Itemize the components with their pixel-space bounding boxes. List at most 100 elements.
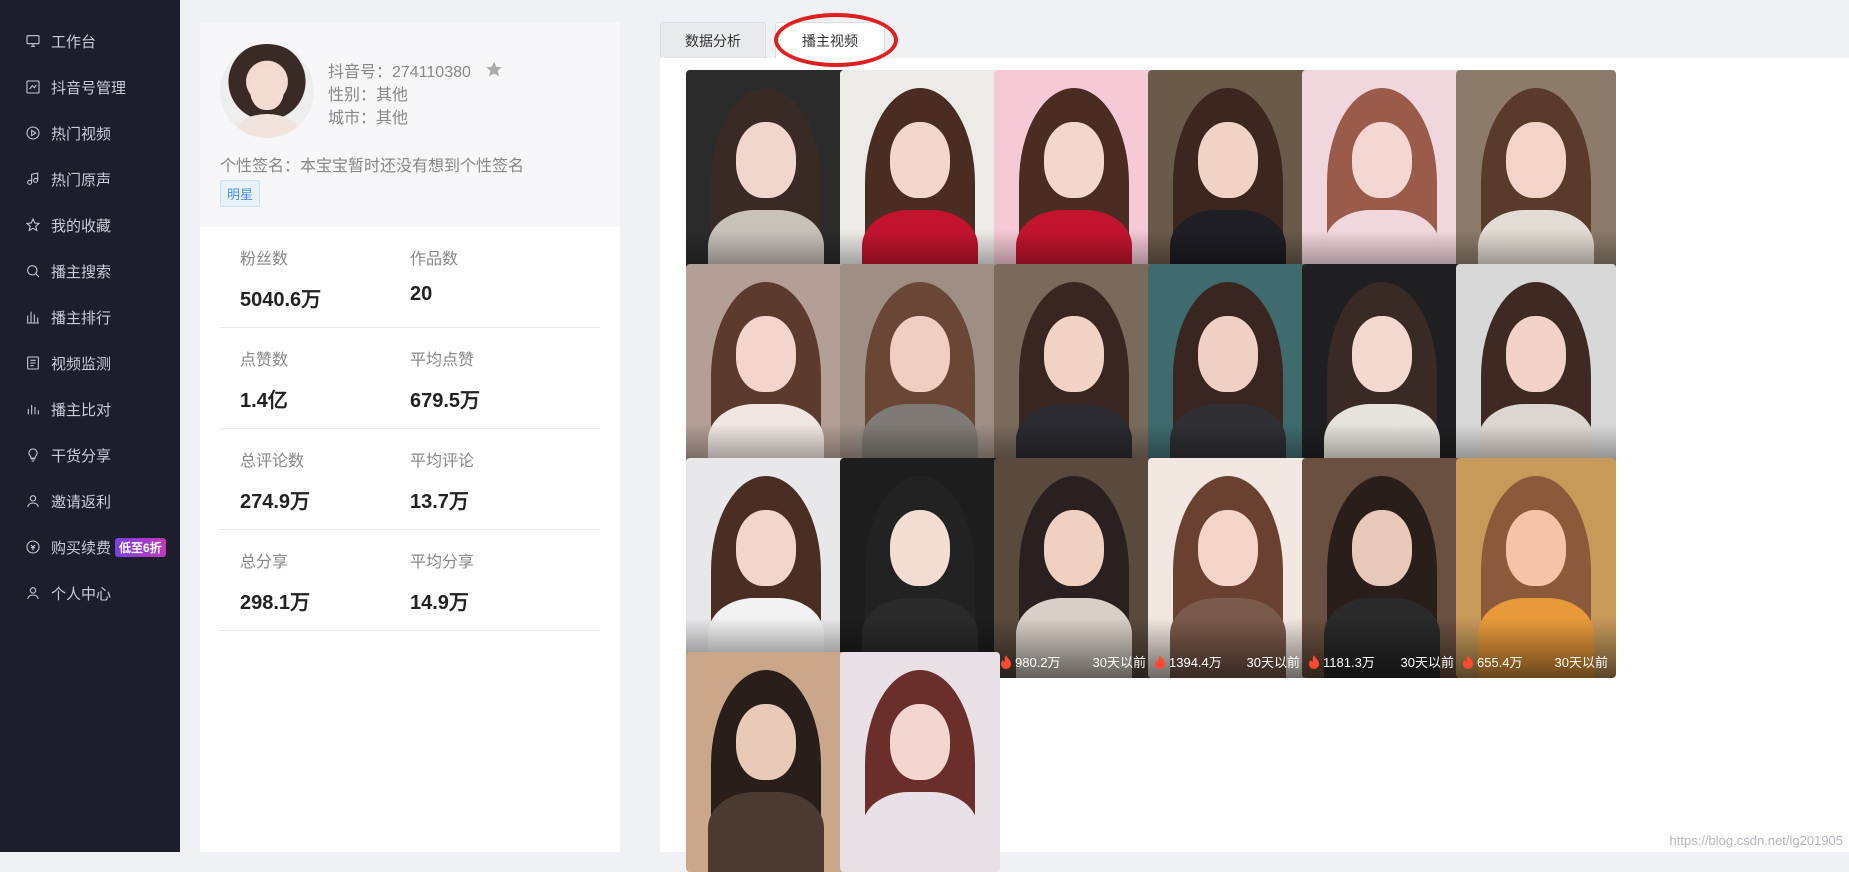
stat-value: 679.5万 — [410, 390, 481, 412]
video-card[interactable]: 366.8万30天以前 — [994, 264, 1154, 484]
stat-value: 274.9万 — [240, 491, 311, 513]
video-card[interactable]: 180.3万30天以前 — [1148, 70, 1308, 290]
video-card[interactable]: 387.7万30天以前 — [840, 458, 1000, 678]
video-thumbnail-part — [1352, 510, 1412, 586]
like-count-text: 1181.3万 — [1323, 655, 1375, 670]
post-time: 30天以前 — [1554, 655, 1608, 670]
like-count-text: 980.2万 — [1015, 655, 1061, 670]
sidebar-item-10[interactable]: 邀请返利 — [0, 486, 180, 516]
sidebar-item-11[interactable]: 购买续费 低至6折 — [0, 532, 180, 562]
sidebar-item-12[interactable]: 个人中心 — [0, 578, 180, 608]
video-thumbnail-part — [890, 704, 950, 780]
stat-value: 20 — [410, 283, 433, 305]
like-count: 1394.4万 — [1154, 652, 1222, 671]
like-count-text: 655.4万 — [1477, 655, 1523, 670]
video-card[interactable]: 293.9万30天以前 — [1456, 70, 1616, 290]
bars-compare-icon — [25, 401, 41, 417]
sidebar-item-label: 个人中心 — [51, 585, 112, 603]
sidebar-item-label: 邀请返利 — [51, 493, 112, 511]
video-card[interactable]: 217.4万30天以前 — [1302, 70, 1462, 290]
sidebar-item-4[interactable]: 我的收藏 — [0, 210, 180, 240]
sidebar-item-0[interactable]: 工作台 — [0, 26, 180, 56]
video-card[interactable]: 302.1万30天以前 — [840, 264, 1000, 484]
chart-image-icon — [25, 79, 41, 95]
sidebar-item-label: 播主搜索 — [51, 263, 112, 281]
monitor-icon — [25, 33, 41, 49]
video-card[interactable]: 294.4万30天以前 — [840, 70, 1000, 290]
sidebar-item-9[interactable]: 干货分享 — [0, 440, 180, 470]
bar-chart-icon — [25, 309, 41, 325]
video-thumbnail-part — [1044, 510, 1104, 586]
video-card[interactable] — [686, 652, 846, 872]
sidebar-item-7[interactable]: 视频监测 — [0, 348, 180, 378]
video-card[interactable]: 178.9万30天以前 — [994, 70, 1154, 290]
video-thumbnail-part — [1044, 316, 1104, 392]
tab-bar: 数据分析 播主视频 — [660, 22, 1849, 59]
video-card[interactable]: 1181.3万 30天以前 — [1302, 458, 1462, 678]
stats-list: 粉丝数 5040.6万 作品数 20 点赞数 1.4亿 平均点赞 679.5万 总评论数 274.… — [220, 227, 600, 631]
sidebar-item-label: 抖音号管理 — [51, 79, 127, 97]
person-icon — [25, 585, 41, 601]
sidebar-item-label: 播主比对 — [51, 401, 112, 419]
sidebar-item-label: 热门原声 — [51, 171, 112, 189]
sidebar-item-label: 视频监测 — [51, 355, 112, 373]
sidebar-item-label: 购买续费 — [51, 539, 112, 557]
profile-header: 抖音号：274110380 性别：其他 城市：其他 个性签名：本宝宝暂时还没有想… — [200, 22, 620, 227]
avatar — [220, 44, 314, 138]
like-count-text: 1394.4万 — [1169, 655, 1222, 670]
star-outline-icon — [25, 217, 41, 233]
video-card[interactable]: 352.2万30天以前 — [686, 70, 846, 290]
stat-label: 粉丝数 — [240, 251, 289, 268]
video-thumbnail-part — [1352, 316, 1412, 392]
tab-creator-videos[interactable]: 播主视频 — [775, 22, 885, 59]
video-grid: 352.2万30天以前294.4万30天以前178.9万30天以前180.3万3… — [660, 58, 1849, 872]
content-area: 数据分析 播主视频 352.2万30天以前294.4万30天以前178.9万30… — [660, 22, 1849, 872]
sidebar-item-1[interactable]: 抖音号管理 — [0, 72, 180, 102]
sidebar-item-6[interactable]: 播主排行 — [0, 302, 180, 332]
video-card[interactable]: 980.2万 30天以前 — [994, 458, 1154, 678]
stat-row: 总评论数 274.9万 平均评论 13.7万 — [220, 429, 600, 530]
favorite-star-icon[interactable] — [485, 60, 503, 78]
flame-icon — [1001, 654, 1011, 669]
sidebar-item-label: 我的收藏 — [51, 217, 112, 235]
stat-value: 13.7万 — [410, 491, 469, 513]
stat-label: 平均点赞 — [410, 352, 475, 369]
video-thumbnail-part — [1506, 316, 1566, 392]
document-icon — [25, 355, 41, 371]
stat-label: 平均分享 — [410, 554, 475, 571]
flame-icon — [1309, 654, 1319, 669]
category-tag: 明星 — [220, 180, 261, 207]
sidebar-item-2[interactable]: 热门视频 — [0, 118, 180, 148]
sidebar-item-label: 播主排行 — [51, 309, 112, 327]
video-thumbnail-part — [1198, 510, 1258, 586]
sidebar-item-label: 热门视频 — [51, 125, 112, 143]
video-card[interactable]: 243.9万30天以前 — [1456, 264, 1616, 484]
video-thumbnail-part — [736, 316, 796, 392]
post-time: 30天以前 — [1246, 655, 1300, 670]
sidebar-item-8[interactable]: 播主比对 — [0, 394, 180, 424]
post-time: 30天以前 — [1400, 655, 1454, 670]
video-thumbnail-part — [1044, 122, 1104, 198]
coin-icon — [25, 539, 41, 555]
video-thumbnail-part — [736, 510, 796, 586]
video-card[interactable]: 379.7万30天以前 — [686, 458, 846, 678]
user-icon — [25, 493, 41, 509]
video-card[interactable]: 294.3万30天以前 — [1302, 264, 1462, 484]
video-thumbnail-part — [1506, 122, 1566, 198]
video-thumbnail-part — [890, 316, 950, 392]
stat-value: 14.9万 — [410, 592, 469, 614]
like-count: 655.4万 — [1462, 652, 1523, 671]
city-text: 城市：其他 — [328, 110, 409, 127]
sidebar-item-3[interactable]: 热门原声 — [0, 164, 180, 194]
video-thumbnail-part — [1352, 122, 1412, 198]
video-card[interactable]: 655.4万 30天以前 — [1456, 458, 1616, 678]
video-thumbnail-part — [736, 704, 796, 780]
video-card[interactable]: 204.1万30天以前 — [686, 264, 846, 484]
video-card[interactable]: 198.8万30天以前 — [1148, 264, 1308, 484]
sidebar: 工作台抖音号管理热门视频热门原声我的收藏播主搜索播主排行视频监测播主比对干货分享… — [0, 0, 180, 852]
douyin-id: 抖音号：274110380 — [328, 64, 471, 81]
tab-data-analysis[interactable]: 数据分析 — [660, 22, 766, 59]
video-card[interactable] — [840, 652, 1000, 872]
sidebar-item-5[interactable]: 播主搜索 — [0, 256, 180, 286]
video-card[interactable]: 1394.4万 30天以前 — [1148, 458, 1308, 678]
